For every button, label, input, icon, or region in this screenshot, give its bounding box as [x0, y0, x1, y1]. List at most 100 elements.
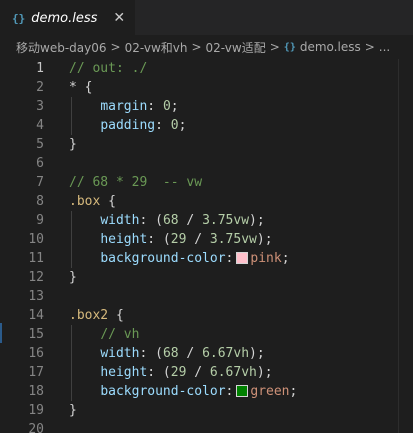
line-number: 14: [28, 308, 44, 323]
code-token: ;: [289, 384, 298, 399]
line-number: 17: [28, 365, 44, 380]
code-token: );: [256, 232, 273, 247]
code-token: 6.67vh: [202, 346, 250, 361]
code-token: ;: [170, 99, 179, 114]
line-number: 2: [36, 80, 44, 95]
code-token: 29: [170, 232, 187, 247]
code-line[interactable]: 3 margin: 0;: [0, 97, 413, 116]
code-line[interactable]: 16 width: (68 / 6.67vh);: [0, 344, 413, 363]
code-editor[interactable]: 1// out: ./ 2 * { 3 margin: 0; 4 padding: 0;…: [0, 59, 413, 433]
less-file-icon: {}: [12, 11, 26, 25]
code-token: 3.75vw: [209, 232, 257, 247]
code-token: 3.75vw: [202, 213, 250, 228]
code-token: background-color: [100, 251, 226, 266]
line-code: height: (29 / 3.75vw);: [44, 230, 273, 249]
code-token: // vh: [100, 327, 140, 342]
code-token: }: [69, 403, 77, 418]
close-icon[interactable]: ✕: [113, 10, 125, 26]
code-token: : (: [139, 213, 163, 228]
line-code: .box2 {: [44, 306, 124, 325]
code-token: /: [186, 365, 210, 380]
code-line[interactable]: 18 background-color: green;: [0, 382, 413, 401]
chevron-right-icon: >: [269, 40, 280, 54]
line-number: 10: [28, 232, 44, 247]
code-line[interactable]: 14 .box2 {: [0, 306, 413, 325]
code-token: width: [100, 346, 140, 361]
code-token: * {: [69, 80, 93, 95]
line-code: .box {: [44, 192, 116, 211]
line-number: 8: [36, 194, 44, 209]
color-swatch-icon[interactable]: [236, 384, 249, 397]
line-number: 19: [28, 403, 44, 418]
code-line[interactable]: 8 .box {: [0, 192, 413, 211]
line-number: 7: [36, 175, 44, 190]
code-token: :: [225, 384, 234, 399]
code-line[interactable]: 1 // out: ./: [0, 59, 413, 78]
code-line[interactable]: 10 height: (29 / 3.75vw);: [0, 230, 413, 249]
code-line[interactable]: 2 * {: [0, 78, 413, 97]
code-token: margin: [100, 99, 148, 114]
code-token: /: [186, 232, 210, 247]
tab-demo-less[interactable]: {} demo.less ✕: [0, 0, 136, 35]
code-token: 0: [162, 99, 171, 114]
code-token: : (: [147, 232, 171, 247]
code-line[interactable]: 19}: [0, 401, 413, 420]
tab-bar-empty: [135, 0, 413, 35]
breadcrumb-item[interactable]: 02-vw和vh: [125, 39, 188, 56]
code-token: : (: [147, 365, 171, 380]
code-token: {: [108, 308, 124, 323]
code-line[interactable]: 11 background-color: pink;: [0, 249, 413, 268]
change-marker: [0, 323, 2, 343]
code-token: 0: [170, 118, 179, 133]
line-number: 13: [28, 289, 44, 304]
line-number: 20: [28, 422, 44, 433]
code-token: height: [100, 365, 148, 380]
line-code: background-color: green;: [44, 382, 297, 401]
line-code: height: (29 / 6.67vh);: [44, 363, 272, 382]
code-token: :: [155, 118, 171, 133]
code-token: }: [69, 137, 77, 152]
code-token: :: [225, 251, 234, 266]
line-number: 1: [36, 61, 44, 76]
breadcrumb-item[interactable]: 02-vw适配: [206, 39, 266, 56]
line-number: 9: [36, 213, 44, 228]
color-swatch-icon[interactable]: [236, 251, 249, 264]
code-line[interactable]: 15 // vh: [0, 325, 413, 344]
code-line[interactable]: 13: [0, 287, 413, 306]
code-token: 68: [162, 346, 179, 361]
code-line[interactable]: 17 height: (29 / 6.67vh);: [0, 363, 413, 382]
code-token: ;: [178, 118, 187, 133]
line-code: margin: 0;: [44, 97, 179, 116]
code-token: .box2: [69, 308, 109, 323]
tab-bar: {} demo.less ✕: [0, 0, 413, 35]
code-line[interactable]: 7 // 68 * 29 -- vw: [0, 173, 413, 192]
breadcrumb-more[interactable]: ...: [379, 40, 390, 54]
code-line[interactable]: 9 width: (68 / 3.75vw);: [0, 211, 413, 230]
chevron-right-icon: >: [191, 40, 202, 54]
line-code: // vh: [44, 325, 139, 344]
vertical-scrollbar[interactable]: [398, 59, 413, 433]
breadcrumb-file[interactable]: demo.less: [300, 40, 361, 54]
code-token: /: [178, 213, 203, 228]
line-code: width: (68 / 3.75vw);: [44, 211, 264, 230]
line-code: padding: 0;: [44, 116, 186, 135]
breadcrumb-item[interactable]: 移动web-day06: [16, 39, 107, 56]
code-line[interactable]: 12}: [0, 268, 413, 287]
code-line[interactable]: 5}: [0, 135, 413, 154]
code-line[interactable]: 6: [0, 154, 413, 173]
code-token: : (: [139, 346, 163, 361]
line-code: }: [44, 268, 77, 287]
line-number: 6: [36, 156, 44, 171]
line-code: // 68 * 29 -- vw: [44, 173, 202, 192]
code-line[interactable]: 4 padding: 0;: [0, 116, 413, 135]
line-code: width: (68 / 6.67vh);: [44, 344, 264, 363]
indent-guide: [71, 211, 72, 268]
code-line[interactable]: 20: [0, 420, 413, 433]
